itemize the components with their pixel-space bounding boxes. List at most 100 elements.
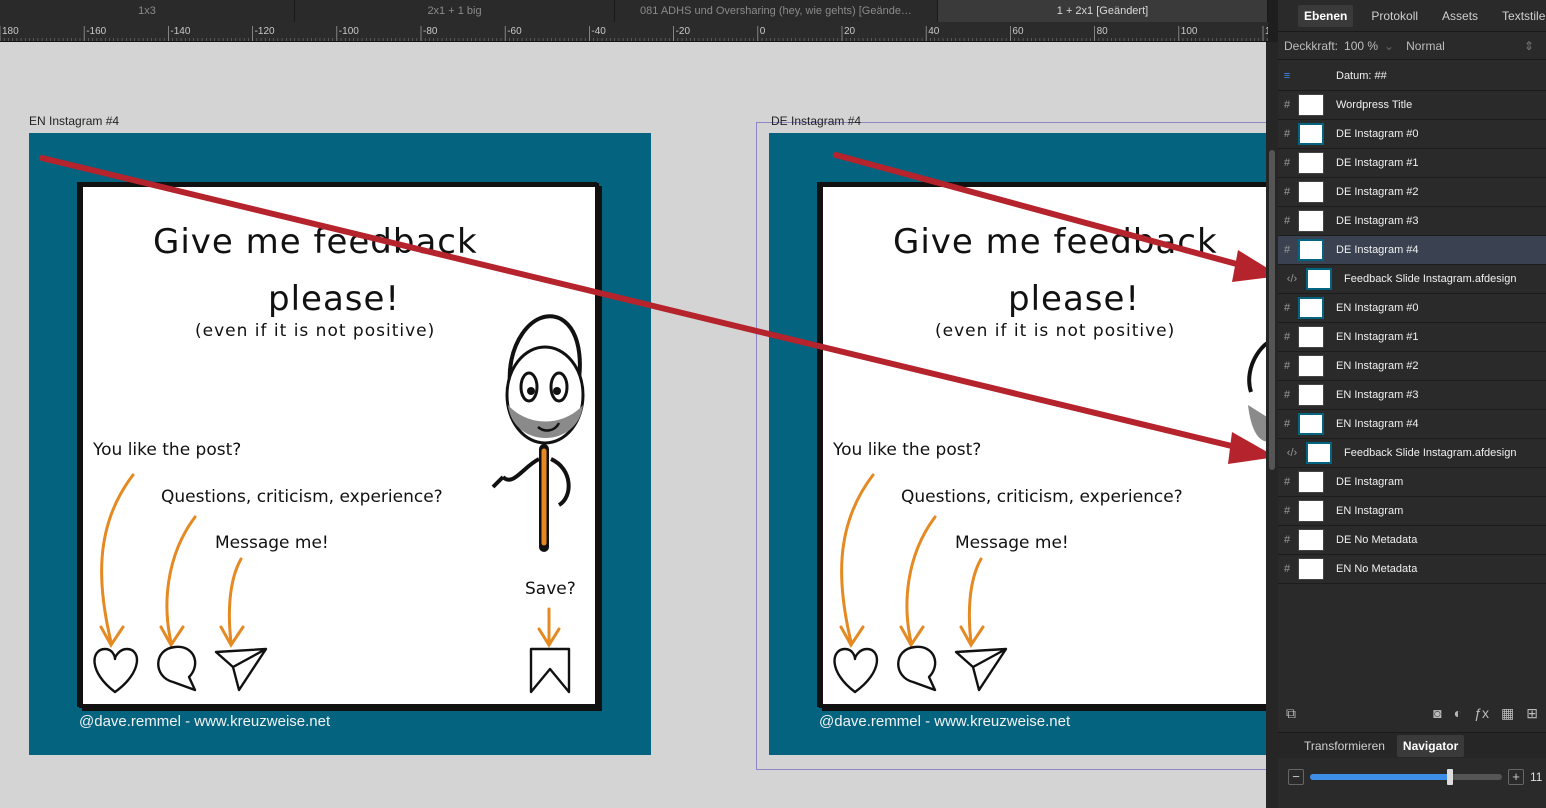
layer-row[interactable]: # DE No Metadata <box>1278 526 1546 555</box>
layer-row[interactable]: # Wordpress Title <box>1278 91 1546 120</box>
layer-row[interactable]: # DE Instagram #1 <box>1278 149 1546 178</box>
doc-tab[interactable]: 1x3 <box>0 0 295 22</box>
zoom-in-button[interactable]: + <box>1508 769 1524 785</box>
opacity-value[interactable]: 100 % <box>1344 39 1378 53</box>
blend-mode-select[interactable]: Normal <box>1406 39 1445 53</box>
tab-navigator[interactable]: Navigator <box>1396 734 1465 757</box>
layer-row[interactable]: # EN Instagram <box>1278 497 1546 526</box>
bottom-panel-tabs: Transformieren Navigator <box>1278 732 1546 758</box>
text-layer-icon[interactable]: ≡ <box>1278 70 1296 82</box>
artboard-icon[interactable]: # <box>1278 99 1296 111</box>
layer-row[interactable]: # DE Instagram #0 <box>1278 120 1546 149</box>
ruler-label: 20 <box>844 26 856 37</box>
tab-assets[interactable]: Assets <box>1436 5 1484 27</box>
adjustment-icon[interactable]: ◐ <box>1454 705 1462 722</box>
layer-row[interactable]: # DE Instagram #2 <box>1278 178 1546 207</box>
layer-name: EN No Metadata <box>1336 563 1418 575</box>
figure-arm-right <box>550 457 571 507</box>
zoom-slider-knob[interactable] <box>1447 769 1454 785</box>
embedded-document-icon[interactable]: ‹/› <box>1278 273 1306 285</box>
artboard-icon[interactable]: # <box>1278 186 1296 198</box>
figure-eye <box>549 371 569 403</box>
layer-thumbnail <box>1298 94 1324 116</box>
artboard-icon[interactable]: # <box>1278 331 1296 343</box>
tab-transformieren[interactable]: Transformieren <box>1298 735 1391 757</box>
zoom-value[interactable]: 11 <box>1530 770 1542 784</box>
document-tabs: 1x3 2x1 + 1 big 081 ADHS und Oversharing… <box>0 0 1268 22</box>
zoom-slider[interactable] <box>1310 769 1502 785</box>
doc-tab-active[interactable]: 1 + 2x1 [Geändert] <box>938 0 1268 22</box>
embedded-document-icon[interactable]: ‹/› <box>1278 447 1306 459</box>
updown-icon[interactable]: ⇕ <box>1524 39 1534 53</box>
feedback-card: Give me feedback please! (even if it is … <box>819 183 1268 708</box>
artboard-icon[interactable]: # <box>1278 534 1296 546</box>
layer-row[interactable]: # DE Instagram #3 <box>1278 207 1546 236</box>
layer-row[interactable]: # EN Instagram #1 <box>1278 323 1546 352</box>
artboard-icon[interactable]: # <box>1278 505 1296 517</box>
bookmark-icon <box>529 647 571 694</box>
layer-row[interactable]: # EN Instagram #0 <box>1278 294 1546 323</box>
artboard-icon[interactable]: # <box>1278 360 1296 372</box>
layer-row[interactable]: ‹/› Feedback Slide Instagram.afdesign <box>1278 265 1546 294</box>
add-layer-icon[interactable]: ⊞ <box>1526 705 1538 722</box>
artboard-icon[interactable]: # <box>1278 244 1296 256</box>
ruler-label: 12 <box>1265 26 1268 37</box>
card-drawings <box>93 314 585 694</box>
arrow-message <box>967 557 983 644</box>
artboard-icon[interactable]: # <box>1278 157 1296 169</box>
ruler-label: 60 <box>1012 26 1024 37</box>
layers-list: ≡ Datum: ## # Wordpress Title # DE Instagram … <box>1278 62 1546 586</box>
zoom-out-button[interactable]: − <box>1288 769 1304 785</box>
comment-icon <box>897 645 937 692</box>
opacity-row: Deckkraft: 100 % ⌄ Normal ⇕ <box>1278 32 1546 60</box>
fx-icon[interactable]: ƒx <box>1474 705 1489 722</box>
tab-protokoll[interactable]: Protokoll <box>1365 5 1424 27</box>
artboard-icon[interactable]: # <box>1278 418 1296 430</box>
tab-textstile[interactable]: Textstile <box>1496 5 1546 27</box>
grid-icon[interactable]: ▦ <box>1501 705 1514 722</box>
layer-row[interactable]: # EN Instagram #4 <box>1278 410 1546 439</box>
artboard-icon[interactable]: # <box>1278 563 1296 575</box>
navigator-zoom: − + 11 <box>1278 762 1546 792</box>
doc-tab[interactable]: 081 ADHS und Oversharing (hey, wie gehts… <box>615 0 938 22</box>
layer-thumbnail <box>1298 210 1324 232</box>
arrow-like <box>840 473 875 644</box>
layer-thumbnail <box>1306 442 1332 464</box>
tab-ebenen[interactable]: Ebenen <box>1298 4 1354 27</box>
layer-row[interactable]: # DE Instagram <box>1278 468 1546 497</box>
layer-thumbnail <box>1298 152 1324 174</box>
artboard-label-de[interactable]: DE Instagram #4 <box>771 114 861 128</box>
heart-icon <box>833 647 879 694</box>
layer-row[interactable]: # DE Instagram #4 <box>1278 236 1546 265</box>
artboard-icon[interactable]: # <box>1278 302 1296 314</box>
artboard-icon[interactable]: # <box>1278 476 1296 488</box>
layer-thumbnail <box>1298 384 1324 406</box>
mask-icon[interactable]: ◙ <box>1433 705 1441 722</box>
artboard-icon[interactable]: # <box>1278 389 1296 401</box>
artboard-icon[interactable]: # <box>1278 215 1296 227</box>
layer-row[interactable]: # EN Instagram #2 <box>1278 352 1546 381</box>
ruler-label: -120 <box>255 26 275 37</box>
artboard-de[interactable]: Give me feedback please! (even if it is … <box>769 133 1268 755</box>
doc-tab[interactable]: 2x1 + 1 big <box>295 0 615 22</box>
layer-row[interactable]: ‹/› Feedback Slide Instagram.afdesign <box>1278 439 1546 468</box>
canvas[interactable]: EN Instagram #4 Give me feedback please!… <box>0 42 1268 808</box>
figure-eye <box>519 371 539 403</box>
ruler-ticks: 180 -160 -140 -120 -100 -80 -60 -40 -20 0 20 40 60 80… <box>0 26 1268 41</box>
layer-name: DE Instagram #4 <box>1336 244 1419 256</box>
canvas-scrollbar[interactable] <box>1266 42 1278 808</box>
arrow-head <box>99 625 125 648</box>
figure-pupil <box>527 387 535 395</box>
chevron-down-icon[interactable]: ⌄ <box>1384 39 1394 53</box>
layer-row[interactable]: # EN Instagram #3 <box>1278 381 1546 410</box>
artboard-label-en[interactable]: EN Instagram #4 <box>29 114 119 128</box>
layer-row[interactable]: ≡ Datum: ## <box>1278 62 1546 91</box>
artboard-icon[interactable]: # <box>1278 128 1296 140</box>
layer-row[interactable]: # EN No Metadata <box>1278 555 1546 584</box>
artboard-en[interactable]: Give me feedback please! (even if it is … <box>29 133 651 755</box>
layer-thumbnail <box>1298 297 1324 319</box>
scrollbar-thumb[interactable] <box>1269 150 1275 470</box>
arrow-comment <box>165 515 197 644</box>
layer-duplicate-icon[interactable]: ⧉ <box>1286 705 1296 722</box>
ruler-label: -80 <box>423 26 438 37</box>
